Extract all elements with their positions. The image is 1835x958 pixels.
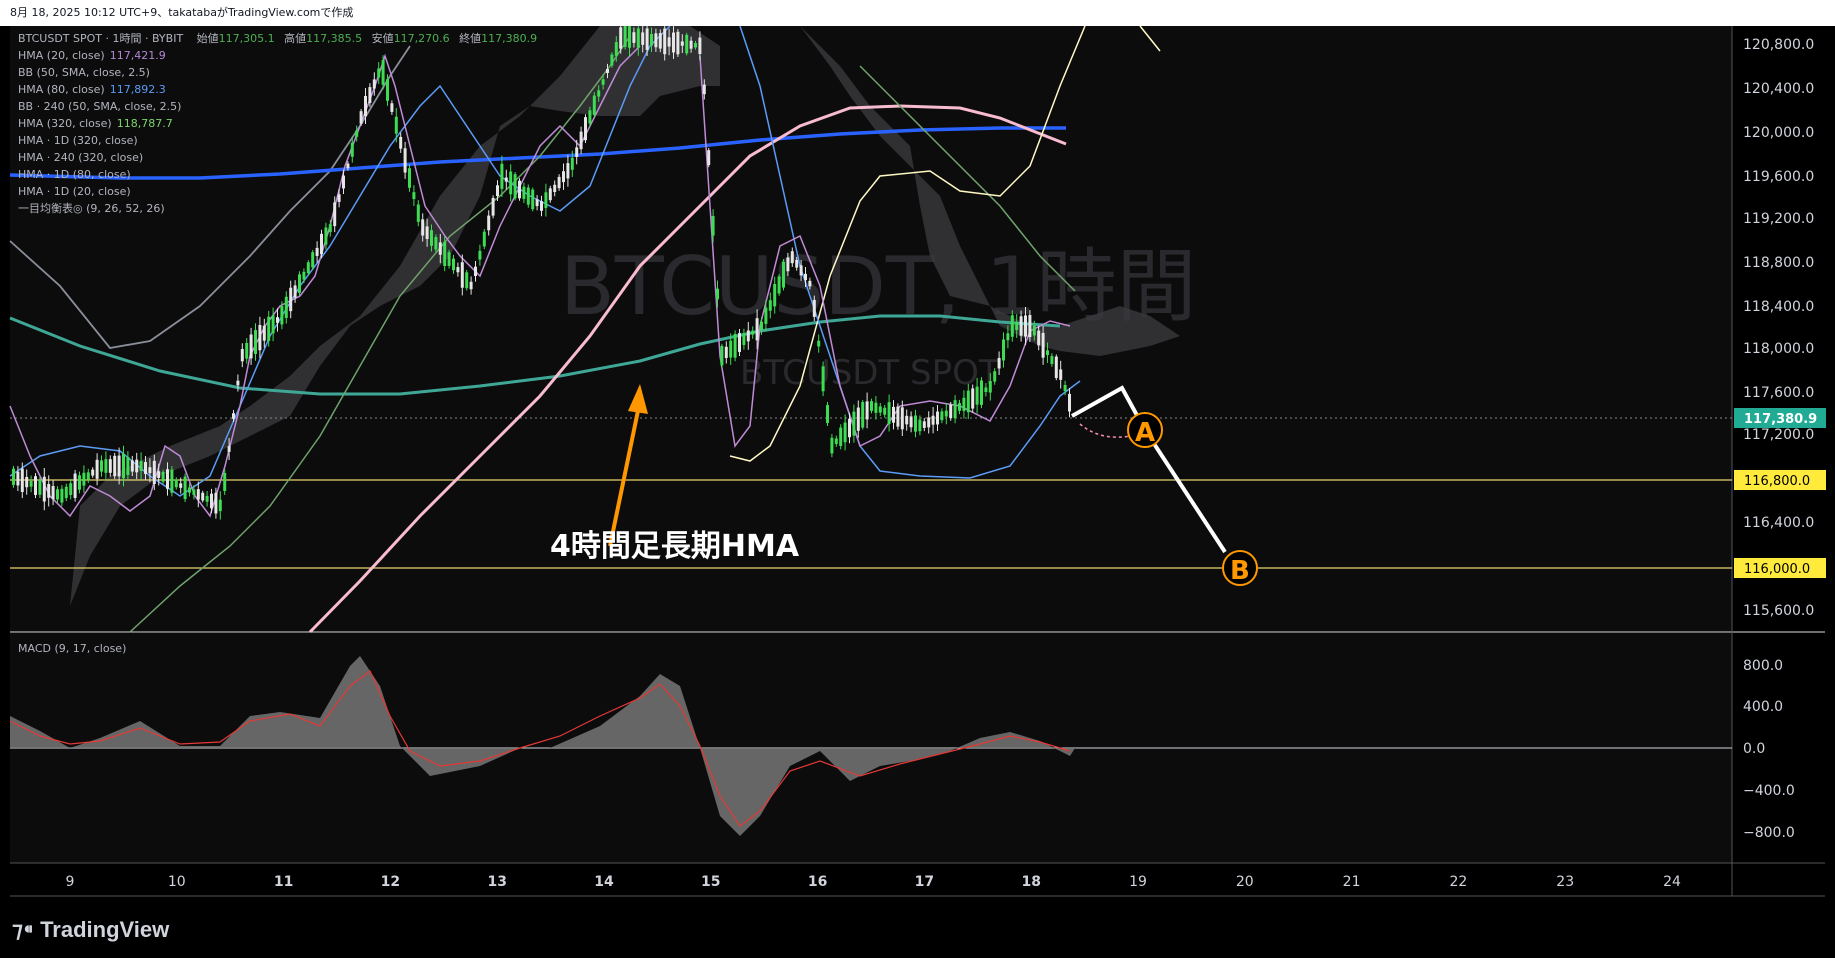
- tradingview-logo[interactable]: ⁊⁌ TradingView: [12, 917, 169, 943]
- legend-indicator: 一目均衡表◎ (9, 26, 52, 26): [18, 201, 165, 215]
- price-tick: 118,800.0: [1743, 255, 1814, 271]
- tradingview-logo-text: TradingView: [40, 917, 170, 942]
- legend-indicator: HMA (80, close) 117,892.3: [18, 83, 166, 96]
- time-label: 17: [915, 874, 934, 890]
- macd-tick: −400.0: [1743, 783, 1795, 799]
- time-label: 19: [1129, 874, 1147, 890]
- time-label: 18: [1021, 874, 1040, 890]
- current-price-tag: 117,380.9: [1734, 408, 1826, 428]
- legend-indicator: BB (50, SMA, close, 2.5): [18, 66, 150, 79]
- macd-tick: 400.0: [1743, 699, 1783, 715]
- legend-indicator: HMA · 1D (20, close): [18, 185, 131, 198]
- time-label: 22: [1449, 874, 1467, 890]
- legend-indicator: HMA (20, close) 117,421.9: [18, 49, 166, 62]
- wave-a-marker[interactable]: A: [1127, 412, 1163, 448]
- time-label: 21: [1343, 874, 1361, 890]
- level-tag-116000-text: 116,000.0: [1744, 562, 1810, 577]
- price-tick: 120,400.0: [1743, 81, 1814, 97]
- time-label: 11: [274, 874, 293, 890]
- time-label: 20: [1236, 874, 1254, 890]
- price-tick: 117,600.0: [1743, 385, 1814, 401]
- price-tick: 120,800.0: [1743, 37, 1814, 53]
- legend-symbol: BTCUSDT SPOT · 1時間 · BYBIT 始値117,305.1 高…: [18, 31, 537, 45]
- price-tick: 115,600.0: [1743, 603, 1814, 619]
- price-tick: 117,200.0: [1743, 427, 1814, 443]
- legend-indicator: HMA · 1D (80, close): [18, 168, 131, 181]
- macd-tick: −800.0: [1743, 825, 1795, 841]
- time-label: 16: [808, 874, 827, 890]
- level-tag-116800: 116,800.0: [1734, 470, 1826, 490]
- current-price-text: 117,380.9: [1744, 412, 1817, 427]
- price-tick: 119,200.0: [1743, 211, 1814, 227]
- chart-caption: 8月 18, 2025 10:12 UTC+9、takatabaがTrading…: [0, 0, 1835, 26]
- legend-indicator: HMA (320, close) 118,787.7: [18, 117, 173, 130]
- wave-b-label: B: [1230, 556, 1250, 586]
- chart-canvas[interactable]: BTCUSDT, 1時間 BTCUSDT SPOT 4時間足長期HMA A B: [0, 26, 1835, 900]
- macd-tick: 800.0: [1743, 658, 1783, 674]
- time-label: 15: [701, 874, 720, 890]
- time-label: 10: [168, 874, 186, 890]
- annotation-label: 4時間足長期HMA: [550, 529, 800, 564]
- price-tick: 118,400.0: [1743, 299, 1814, 315]
- legend-indicator: BB · 240 (50, SMA, close, 2.5): [18, 100, 181, 113]
- wave-b-marker[interactable]: B: [1222, 550, 1258, 586]
- watermark-subtitle: BTCUSDT SPOT: [740, 353, 1000, 393]
- macd-tick: 0.0: [1743, 741, 1765, 757]
- legend-indicator: HMA · 1D (320, close): [18, 134, 138, 147]
- time-label: 24: [1663, 874, 1681, 890]
- time-label: 9: [66, 874, 75, 890]
- wave-a-label: A: [1135, 418, 1155, 448]
- time-label: 13: [487, 874, 506, 890]
- price-tick: 120,000.0: [1743, 125, 1814, 141]
- price-tick: 116,400.0: [1743, 515, 1814, 531]
- macd-label: MACD (9, 17, close): [18, 642, 126, 655]
- legend-indicator: HMA · 240 (320, close): [18, 151, 143, 164]
- time-label: 12: [381, 874, 400, 890]
- level-tag-116000: 116,000.0: [1734, 558, 1826, 578]
- time-label: 14: [594, 874, 614, 890]
- tradingview-logo-icon: ⁊⁌: [12, 917, 41, 942]
- time-label: 23: [1556, 874, 1574, 890]
- footer: [0, 900, 1835, 958]
- price-tick: 119,600.0: [1743, 169, 1814, 185]
- level-tag-116800-text: 116,800.0: [1744, 474, 1810, 489]
- price-tick: 118,000.0: [1743, 341, 1814, 357]
